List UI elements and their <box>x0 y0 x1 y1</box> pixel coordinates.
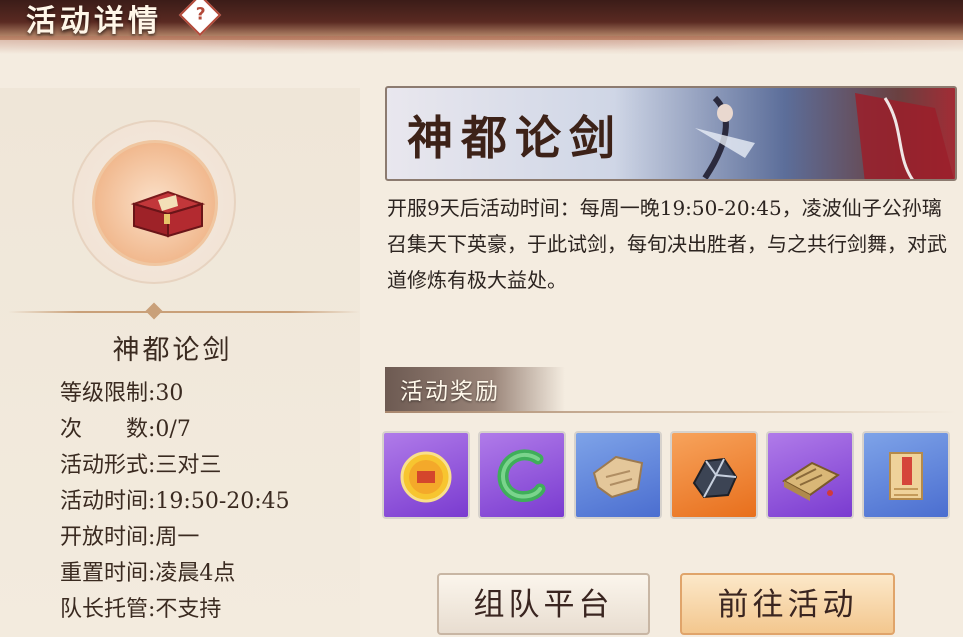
activity-name: 神都论剑 <box>112 335 233 366</box>
reward-slot[interactable] <box>382 431 470 519</box>
jade-pendant-icon <box>497 449 546 502</box>
reward-divider <box>385 411 957 413</box>
reward-slot[interactable] <box>670 431 758 519</box>
info-list: 等级限制:30 次 数:0/7 活动形式:三对三 活动时间:19:50-20:4… <box>60 376 290 628</box>
info-row-level: 等级限制:30 <box>60 381 184 406</box>
parchment-fragment-icon <box>592 455 644 499</box>
ore-icon <box>692 457 738 499</box>
go-to-activity-button[interactable]: 前往活动 <box>680 573 895 635</box>
info-row-reset: 重置时间:凌晨4点 <box>60 561 236 586</box>
info-row-format: 活动形式:三对三 <box>60 453 222 478</box>
reward-slot[interactable] <box>766 431 854 519</box>
info-row-time: 活动时间:19:50-20:45 <box>60 489 290 514</box>
team-platform-button[interactable]: 组队平台 <box>437 573 650 635</box>
banner-artwork <box>695 93 954 179</box>
exp-coin-icon <box>400 451 452 503</box>
reward-slot[interactable] <box>574 431 662 519</box>
banner-title: 神都论剑 <box>407 111 623 165</box>
book-icon <box>782 461 840 501</box>
page-title: 活动详情 <box>26 4 162 39</box>
treasure-chest-icon <box>130 190 206 238</box>
activity-info-panel: 神都论剑 等级限制:30 次 数:0/7 活动形式:三对三 活动时间:19:50… <box>0 88 360 637</box>
info-row-count: 次 数:0/7 <box>60 417 191 442</box>
reward-slot[interactable] <box>478 431 566 519</box>
info-row-auto-lead: 队长托管:不支持 <box>60 597 222 622</box>
reward-section-label: 活动奖励 <box>400 379 500 405</box>
divider <box>8 311 360 313</box>
activity-description: 开服9天后活动时间：每周一晚19:50-20:45，凌波仙子公孙璃召集天下英豪，… <box>387 196 947 292</box>
header-bar: 活动详情 ? <box>0 0 963 58</box>
info-row-open-day: 开放时间:周一 <box>60 525 200 550</box>
scroll-icon <box>889 452 923 500</box>
reward-slot[interactable] <box>862 431 950 519</box>
activity-banner: 神都论剑 <box>385 86 957 181</box>
help-icon[interactable]: ? <box>178 0 222 37</box>
